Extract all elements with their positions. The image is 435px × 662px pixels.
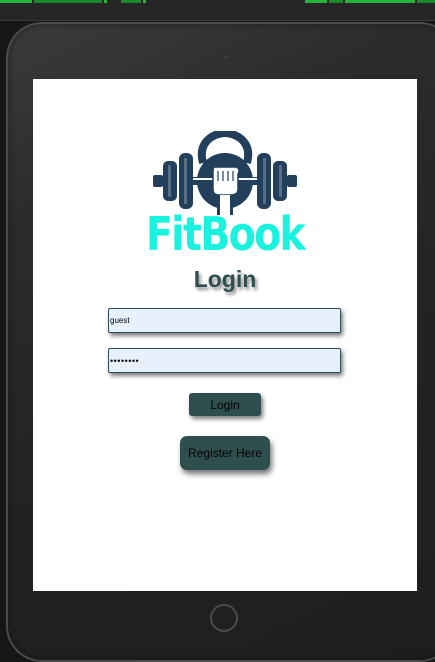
top-status-strip — [0, 0, 435, 21]
username-field[interactable] — [108, 308, 341, 333]
status-indicator — [104, 0, 107, 3]
kettlebell-barbell-fist-icon — [153, 131, 297, 215]
password-field[interactable] — [108, 348, 341, 373]
status-indicator — [121, 0, 141, 3]
register-button[interactable]: Register Here — [180, 436, 270, 470]
home-button[interactable] — [210, 604, 238, 632]
page-title: Login — [193, 266, 257, 292]
login-button[interactable]: Login — [189, 393, 261, 416]
status-indicator — [345, 0, 415, 3]
status-indicator — [143, 0, 146, 3]
brand-logo-text: FitBook — [145, 207, 306, 261]
app-screen: FitBook Login Login Register Here — [33, 79, 417, 591]
status-indicator — [417, 0, 435, 3]
status-indicator — [34, 0, 102, 3]
camera-icon — [222, 53, 230, 61]
status-indicator — [305, 0, 327, 3]
status-indicator — [0, 0, 32, 3]
status-indicator — [329, 0, 343, 3]
